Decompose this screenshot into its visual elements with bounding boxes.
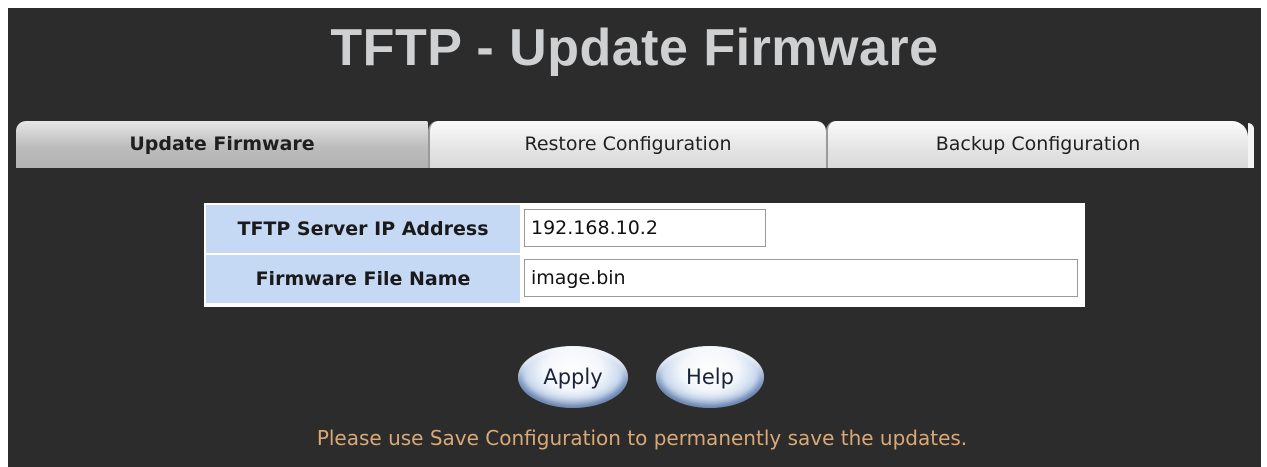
- firmware-form-table: TFTP Server IP Address Firmware File Nam…: [204, 203, 1085, 307]
- file-name-label: Firmware File Name: [206, 255, 520, 303]
- server-ip-value-cell: [522, 205, 1083, 253]
- server-ip-input[interactable]: [524, 209, 766, 247]
- file-name-value-cell: [522, 255, 1083, 303]
- tab-update-firmware[interactable]: Update Firmware: [16, 121, 428, 168]
- tab-restore-configuration[interactable]: Restore Configuration: [428, 121, 826, 168]
- tab-bar-edge: [1248, 123, 1254, 168]
- page-title: TFTP - Update Firmware: [330, 19, 939, 77]
- tab-backup-configuration[interactable]: Backup Configuration: [826, 121, 1248, 168]
- server-ip-row: TFTP Server IP Address: [204, 205, 1085, 253]
- save-reminder-note: Please use Save Configuration to permane…: [316, 426, 968, 450]
- tab-bar: Update Firmware Restore Configuration Ba…: [16, 121, 1256, 171]
- file-name-input[interactable]: [524, 259, 1078, 297]
- app-frame: TFTP - Update Firmware Update Firmware R…: [8, 8, 1261, 467]
- help-button[interactable]: Help: [656, 346, 764, 408]
- server-ip-label: TFTP Server IP Address: [206, 205, 520, 253]
- apply-button[interactable]: Apply: [518, 346, 628, 408]
- file-name-row: Firmware File Name: [204, 255, 1085, 303]
